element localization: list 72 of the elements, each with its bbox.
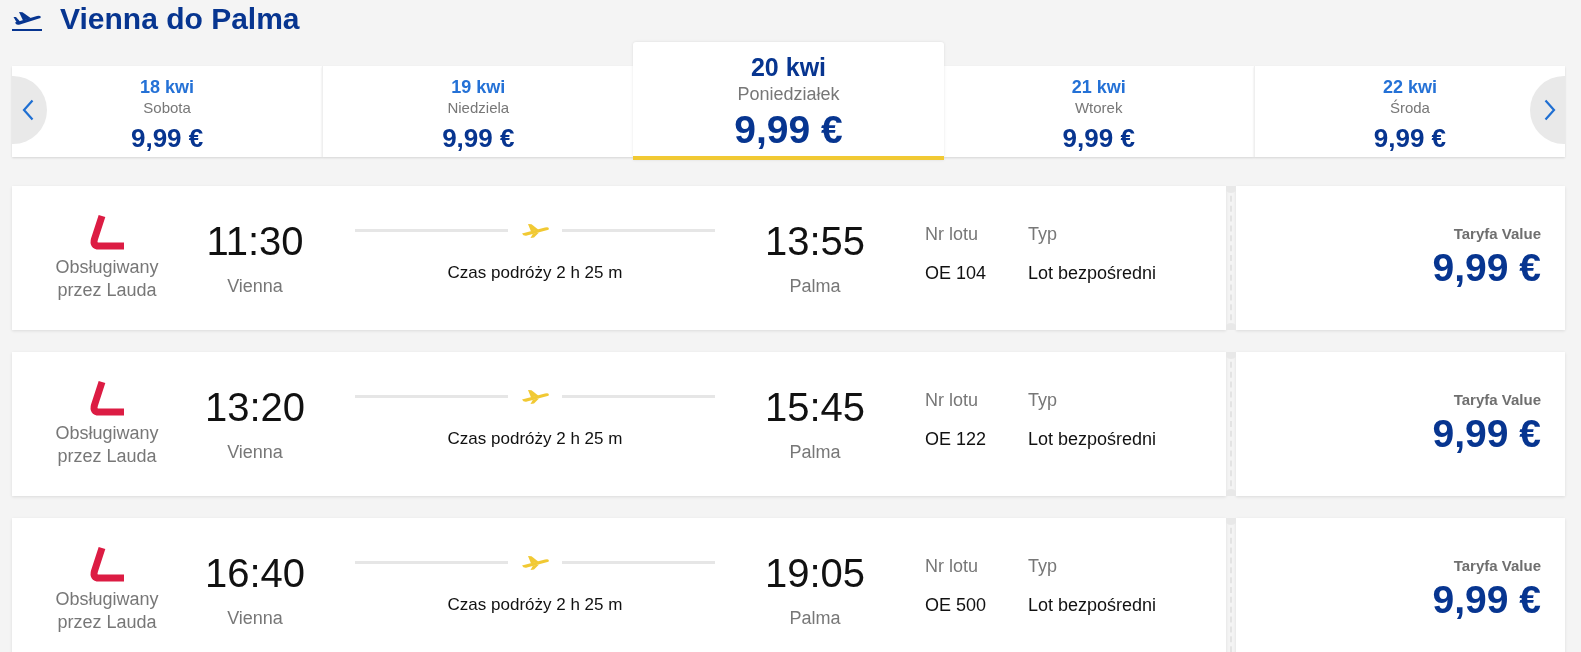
tab-weekday: Poniedziałek: [737, 83, 840, 106]
flight-number-label: Nr lotu: [925, 554, 978, 577]
travel-duration: Czas podróży 2 h 25 m: [447, 427, 623, 450]
arrival-time: 15:45: [764, 385, 866, 429]
chevron-right-icon: [1543, 99, 1556, 121]
flight-number-label: Nr lotu: [925, 388, 978, 411]
flight-number: OE 500: [925, 593, 987, 616]
fare-price: 9,99 €: [1432, 246, 1541, 290]
travel-duration: Czas podróży 2 h 25 m: [447, 593, 623, 616]
tab-price: 9,99 €: [442, 123, 515, 153]
departure-city: Vienna: [227, 607, 283, 629]
travel-duration: Czas podróży 2 h 25 m: [447, 261, 623, 284]
fare-price: 9,99 €: [1432, 412, 1541, 456]
flight-type: Lot bezpośredni: [1028, 427, 1157, 450]
chevron-left-icon: [21, 99, 34, 121]
fare-card[interactable]: Taryfa Value 9,99 €: [1236, 352, 1565, 496]
tab-weekday: Środa: [1389, 98, 1430, 117]
takeoff-plane-icon: [12, 9, 42, 31]
arrival-city: Palma: [789, 607, 841, 629]
operator-label: Obsługiwany przez Lauda: [54, 422, 160, 468]
plane-icon: [520, 388, 550, 404]
flight-card[interactable]: Obsługiwany przez Lauda 11:30 Vienna Czas podróży 2 h 25 m 13:55 Palma Nr lotu OE 104 Typ Lot bezpośredni: [12, 186, 1226, 330]
fare-name: Taryfa Value: [1453, 391, 1541, 409]
tab-weekday: Niedziela: [447, 98, 510, 117]
route-title: Vienna do Palma: [60, 1, 300, 37]
operator-label: Obsługiwany przez Lauda: [54, 256, 160, 302]
fare-price: 9,99 €: [1432, 578, 1541, 622]
flight-type-label: Typ: [1028, 222, 1057, 245]
date-tab[interactable]: 22 kwi Środa 9,99 €: [1253, 66, 1565, 157]
flight-type: Lot bezpośredni: [1028, 261, 1157, 284]
fare-name: Taryfa Value: [1453, 557, 1541, 575]
operator-label: Obsługiwany przez Lauda: [54, 588, 160, 634]
fare-card[interactable]: Taryfa Value 9,99 €: [1236, 186, 1565, 330]
flight-card[interactable]: Obsługiwany przez Lauda 13:20 Vienna Czas podróży 2 h 25 m 15:45 Palma Nr lotu OE 122 Typ Lot bezpośredni: [12, 352, 1226, 496]
flight-number-label: Nr lotu: [925, 222, 978, 245]
fare-name: Taryfa Value: [1453, 225, 1541, 243]
tab-weekday: Sobota: [143, 98, 191, 117]
flight-type-label: Typ: [1028, 388, 1057, 411]
arrival-time: 13:55: [764, 219, 866, 263]
departure-city: Vienna: [227, 275, 283, 297]
fare-card[interactable]: Taryfa Value 9,99 €: [1236, 518, 1565, 652]
tab-price: 9,99 €: [734, 108, 843, 152]
arrival-city: Palma: [789, 275, 841, 297]
departure-city: Vienna: [227, 441, 283, 463]
tab-price: 9,99 €: [130, 123, 204, 153]
departure-time: 11:30: [206, 219, 304, 263]
arrival-time: 19:05: [764, 551, 866, 595]
airline-logo-icon: [89, 380, 125, 416]
tab-price: 9,99 €: [1373, 123, 1447, 153]
plane-icon: [520, 554, 550, 570]
arrival-city: Palma: [789, 441, 841, 463]
departure-time: 16:40: [204, 551, 306, 595]
flight-number: OE 104: [925, 261, 987, 284]
flight-type-label: Typ: [1028, 554, 1057, 577]
departure-time: 13:20: [204, 385, 306, 429]
tab-price: 9,99 €: [1062, 123, 1135, 153]
airline-logo-icon: [89, 214, 125, 250]
tab-date: 19 kwi: [451, 76, 506, 98]
date-tab[interactable]: 21 kwi Wtorek 9,99 €: [943, 66, 1254, 157]
flight-type: Lot bezpośredni: [1028, 593, 1157, 616]
date-tab[interactable]: 19 kwi Niedziela 9,99 €: [322, 66, 634, 157]
tab-weekday: Wtorek: [1074, 98, 1123, 117]
date-tab[interactable]: 20 kwi Poniedziałek 9,99 €: [633, 42, 944, 160]
flight-number: OE 122: [925, 427, 987, 450]
tab-date: 20 kwi: [750, 52, 827, 82]
airline-logo-icon: [89, 546, 125, 582]
date-tab[interactable]: 18 kwi Sobota 9,99 €: [12, 66, 323, 157]
tab-date: 18 kwi: [140, 76, 195, 98]
tab-date: 21 kwi: [1071, 76, 1126, 98]
tab-date: 22 kwi: [1382, 76, 1437, 98]
plane-icon: [520, 222, 550, 238]
flight-card[interactable]: Obsługiwany przez Lauda 16:40 Vienna Czas podróży 2 h 25 m 19:05 Palma Nr lotu OE 500 Typ Lot bezpośredni: [12, 518, 1226, 652]
